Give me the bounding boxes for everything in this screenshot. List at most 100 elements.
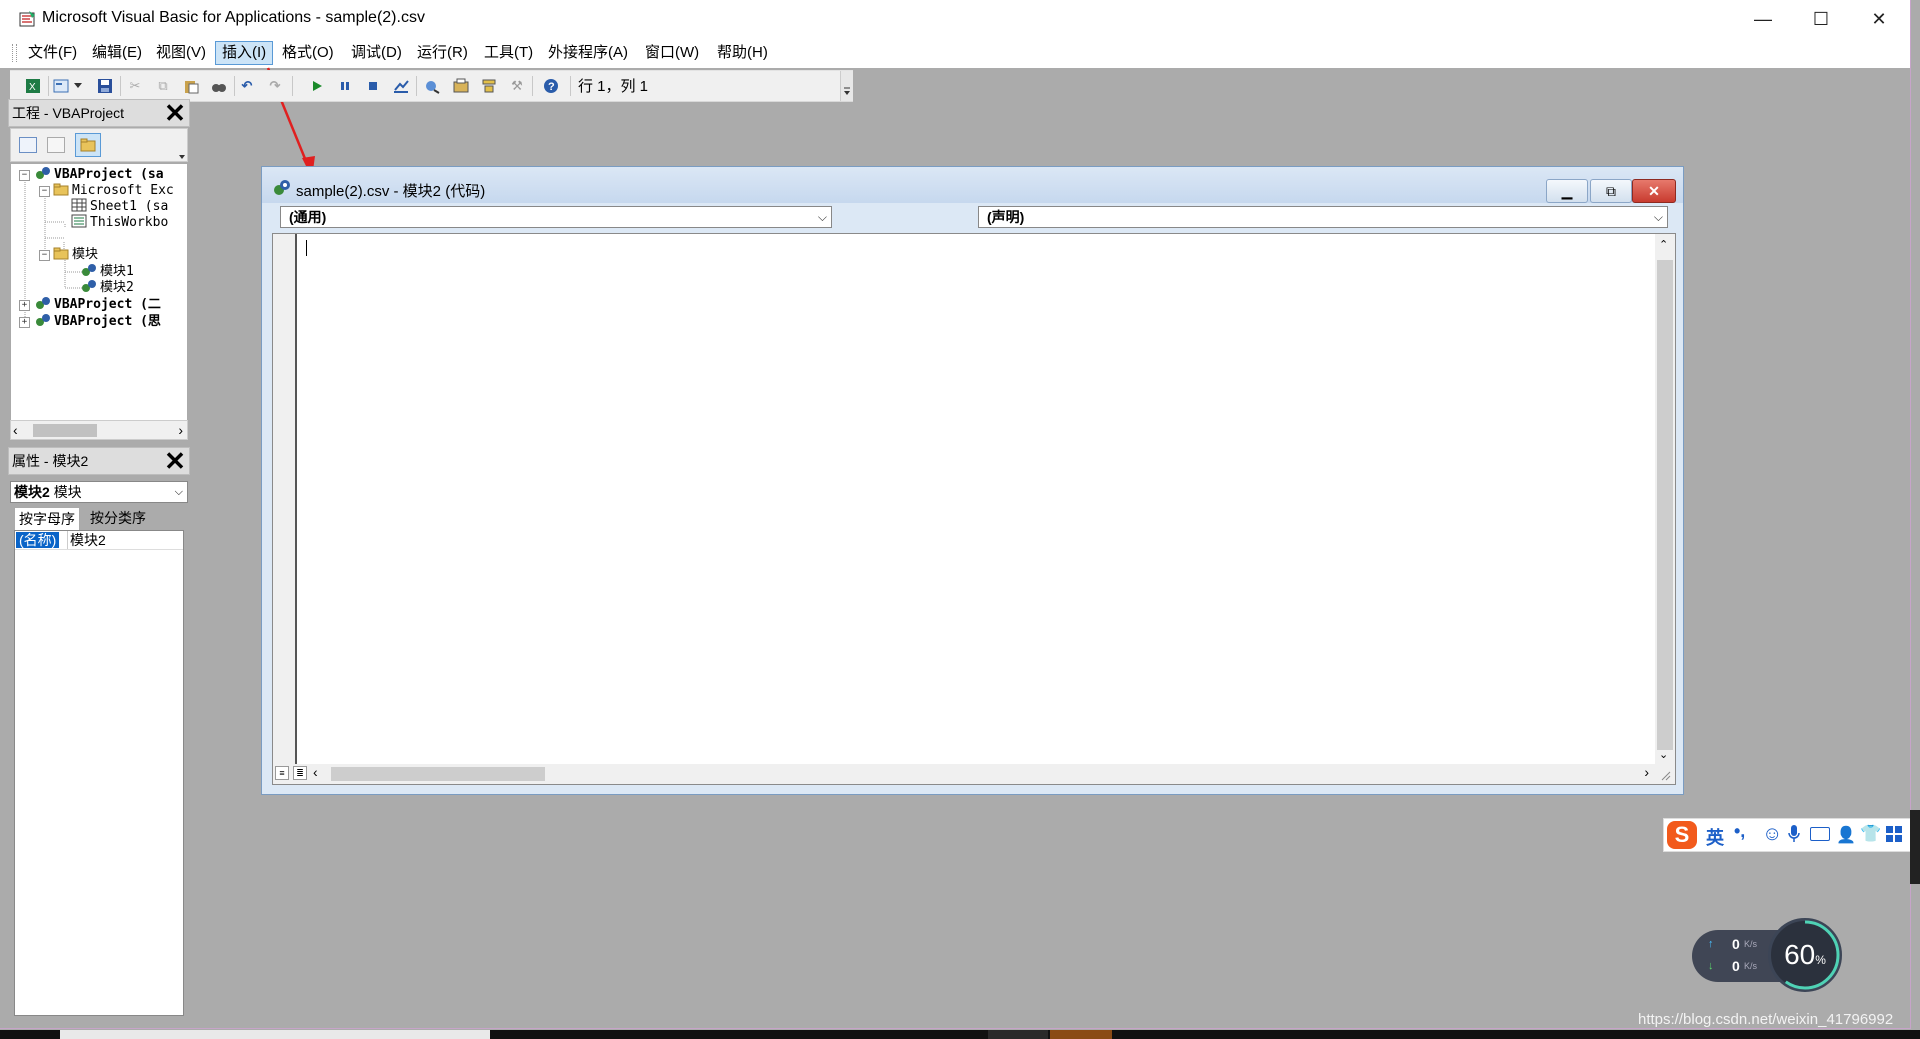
memory-usage-gauge[interactable]: 60%: [1768, 918, 1842, 992]
properties-object-select[interactable]: 模块2 模块 ⌵: [10, 481, 188, 503]
tree-node-vbaproject-3[interactable]: VBAProject (思: [35, 313, 161, 331]
scroll-left-icon[interactable]: ‹: [313, 764, 318, 780]
project-tree-scrollbar[interactable]: ‹ ›: [10, 420, 188, 440]
sogou-logo-icon[interactable]: S: [1667, 821, 1697, 849]
taskbar-app-button[interactable]: [1050, 1030, 1112, 1039]
menu-addins[interactable]: 外接程序(A): [542, 42, 634, 64]
pause-icon[interactable]: [336, 77, 354, 95]
copy-icon[interactable]: ⧉: [154, 77, 172, 95]
insert-userform-icon[interactable]: [52, 77, 70, 95]
scrollbar-thumb[interactable]: [331, 767, 545, 781]
tree-node-modules-folder[interactable]: 模块: [53, 246, 98, 264]
tab-categorized[interactable]: 按分类序: [86, 507, 150, 529]
find-icon[interactable]: [210, 77, 228, 95]
code-close-button[interactable]: ✕: [1632, 179, 1676, 203]
code-margin: [273, 234, 297, 784]
tab-alphabetic[interactable]: 按字母序: [14, 507, 80, 530]
code-vertical-scrollbar[interactable]: ⌃ ⌄: [1655, 234, 1675, 784]
scroll-down-icon[interactable]: ⌄: [1659, 748, 1668, 761]
project-panel-close-icon[interactable]: ✕: [163, 100, 187, 126]
scrollbar-thumb[interactable]: [1657, 260, 1673, 750]
help-icon[interactable]: ?: [542, 77, 560, 95]
tree-expander[interactable]: −: [39, 250, 50, 261]
chevron-down-icon: ⌵: [817, 210, 827, 224]
design-mode-icon[interactable]: [392, 77, 410, 95]
code-editor[interactable]: ⌃ ⌄ ≡ ≣ ‹ ›: [272, 233, 1676, 785]
close-button[interactable]: ✕: [1850, 0, 1908, 38]
tree-node-thisworkbook[interactable]: ThisWorkbo: [71, 214, 168, 232]
toolbox-grid-icon[interactable]: [1886, 826, 1902, 842]
save-icon[interactable]: [96, 77, 114, 95]
text-caret: [306, 240, 307, 256]
scroll-left-icon[interactable]: ‹: [13, 422, 18, 438]
toolbar-separator: [120, 76, 121, 96]
panel-toolbar-overflow[interactable]: [177, 129, 187, 161]
run-icon[interactable]: [308, 77, 326, 95]
emoji-icon[interactable]: ☺: [1762, 823, 1782, 846]
toolbox-icon[interactable]: ⚒: [508, 77, 526, 95]
toolbar-separator: [416, 76, 417, 96]
minimize-button[interactable]: —: [1734, 0, 1792, 38]
paste-icon[interactable]: [182, 77, 200, 95]
menu-view[interactable]: 视图(V): [150, 42, 212, 64]
code-restore-button[interactable]: ⧉: [1590, 179, 1632, 203]
property-value[interactable]: 模块2: [70, 532, 106, 548]
toggle-folders-button[interactable]: [75, 133, 101, 157]
view-excel-icon[interactable]: X: [24, 77, 42, 95]
tree-expander[interactable]: +: [19, 317, 30, 328]
menu-insert[interactable]: 插入(I): [215, 41, 274, 65]
menu-format[interactable]: 格式(O): [276, 42, 340, 64]
property-name: (名称): [16, 532, 60, 548]
project-explorer-icon[interactable]: [424, 77, 442, 95]
menu-window[interactable]: 窗口(W): [639, 42, 705, 64]
view-code-icon[interactable]: [19, 137, 37, 153]
keyboard-icon[interactable]: [1810, 827, 1830, 841]
full-module-view-icon[interactable]: ≣: [293, 766, 307, 780]
property-row[interactable]: (名称) 模块2: [15, 531, 183, 550]
menu-help[interactable]: 帮助(H): [711, 42, 774, 64]
procedure-view-icon[interactable]: ≡: [275, 766, 289, 780]
tree-expander[interactable]: +: [19, 300, 30, 311]
stop-icon[interactable]: [364, 77, 382, 95]
taskbar-app-button[interactable]: [988, 1030, 1048, 1039]
microphone-icon[interactable]: [1788, 825, 1800, 843]
properties-window-icon[interactable]: [452, 77, 470, 95]
project-tree: − VBAProject (sa − Microsoft Exc Sheet1 …: [10, 163, 188, 441]
scroll-right-icon[interactable]: ›: [178, 422, 183, 438]
ime-language-toggle[interactable]: 英: [1706, 824, 1724, 850]
procedure-combobox[interactable]: (声明) ⌵: [978, 206, 1668, 228]
svg-text:?: ?: [548, 81, 555, 93]
code-horizontal-scrollbar[interactable]: ≡ ≣ ‹ ›: [273, 764, 1675, 784]
tree-node-vbaproject-2[interactable]: VBAProject (二: [35, 296, 161, 314]
scroll-right-icon[interactable]: ›: [1644, 764, 1649, 780]
punctuation-icon[interactable]: •,: [1734, 821, 1745, 842]
cut-icon[interactable]: ✂: [126, 77, 144, 95]
menu-edit[interactable]: 编辑(E): [86, 42, 148, 64]
redo-icon[interactable]: ↷: [266, 77, 284, 95]
folder-open-icon: [53, 247, 69, 260]
view-object-icon[interactable]: [47, 137, 65, 153]
object-browser-icon[interactable]: [480, 77, 498, 95]
code-minimize-button[interactable]: ▁: [1546, 179, 1588, 203]
scroll-up-icon[interactable]: ⌃: [1659, 238, 1668, 251]
object-combobox[interactable]: (通用) ⌵: [280, 206, 832, 228]
taskbar-app-button[interactable]: [60, 1030, 490, 1039]
toolbar-overflow[interactable]: [840, 71, 853, 101]
close-icon: ✕: [1871, 8, 1887, 29]
maximize-button[interactable]: ☐: [1792, 0, 1850, 38]
undo-icon[interactable]: ↶: [238, 77, 256, 95]
properties-object-name: 模块2: [14, 484, 50, 500]
user-icon[interactable]: 👤: [1836, 825, 1856, 845]
tree-expander[interactable]: −: [39, 186, 50, 197]
resize-grip-icon[interactable]: [1659, 768, 1671, 781]
menu-debug[interactable]: 调试(D): [345, 42, 408, 64]
scrollbar-thumb[interactable]: [33, 424, 97, 437]
properties-panel-close-icon[interactable]: ✕: [163, 448, 187, 474]
menu-file[interactable]: 文件(F): [22, 42, 83, 64]
tree-node-module2[interactable]: 模块2: [81, 279, 134, 297]
skin-icon[interactable]: 👕: [1860, 824, 1881, 844]
dropdown-arrow-icon[interactable]: [72, 77, 84, 95]
menu-run[interactable]: 运行(R): [411, 42, 474, 64]
menu-tools[interactable]: 工具(T): [478, 42, 539, 64]
tree-expander[interactable]: −: [19, 170, 30, 181]
